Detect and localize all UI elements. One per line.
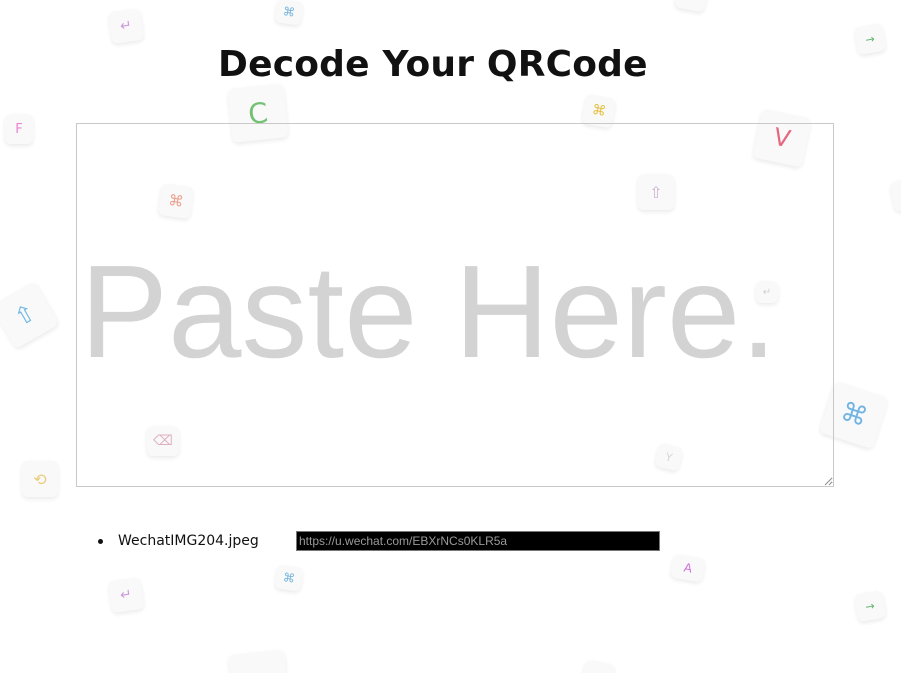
- page: ↵ ⌘ → F C ⌘ V ⌘ ⇧ ⇧ ↵ ⌘ ⌫ ⟲ Y ↵ ⌘ A → De…: [0, 0, 901, 673]
- undo-key-icon: ⟲: [22, 461, 58, 497]
- keycap-tile: [889, 178, 901, 212]
- keycap-tile: [582, 659, 616, 673]
- arrow-right-key-icon: →: [853, 22, 887, 56]
- return-key-icon: ↵: [107, 7, 145, 45]
- result-filename: WechatIMG204.jpeg: [118, 533, 259, 549]
- return-key-icon: ↵: [107, 576, 145, 614]
- keycap-tile: [674, 0, 708, 13]
- command-key-icon: ⌘: [274, 564, 304, 592]
- decoded-url-field[interactable]: [296, 531, 660, 551]
- c-key-icon: [228, 649, 288, 673]
- bullet-icon: [98, 538, 103, 544]
- paste-input[interactable]: [76, 123, 834, 487]
- f-key-icon: F: [5, 114, 33, 144]
- shift-key-icon: ⇧: [0, 280, 60, 350]
- resize-grip-icon[interactable]: [824, 477, 833, 486]
- a-key-icon: A: [670, 553, 706, 583]
- command-key-icon: ⌘: [274, 0, 304, 26]
- list-item: WechatIMG204.jpeg: [96, 530, 660, 552]
- result-list: WechatIMG204.jpeg: [96, 530, 660, 552]
- arrow-right-key-icon: →: [853, 589, 887, 623]
- page-title: Decode Your QRCode: [218, 44, 648, 85]
